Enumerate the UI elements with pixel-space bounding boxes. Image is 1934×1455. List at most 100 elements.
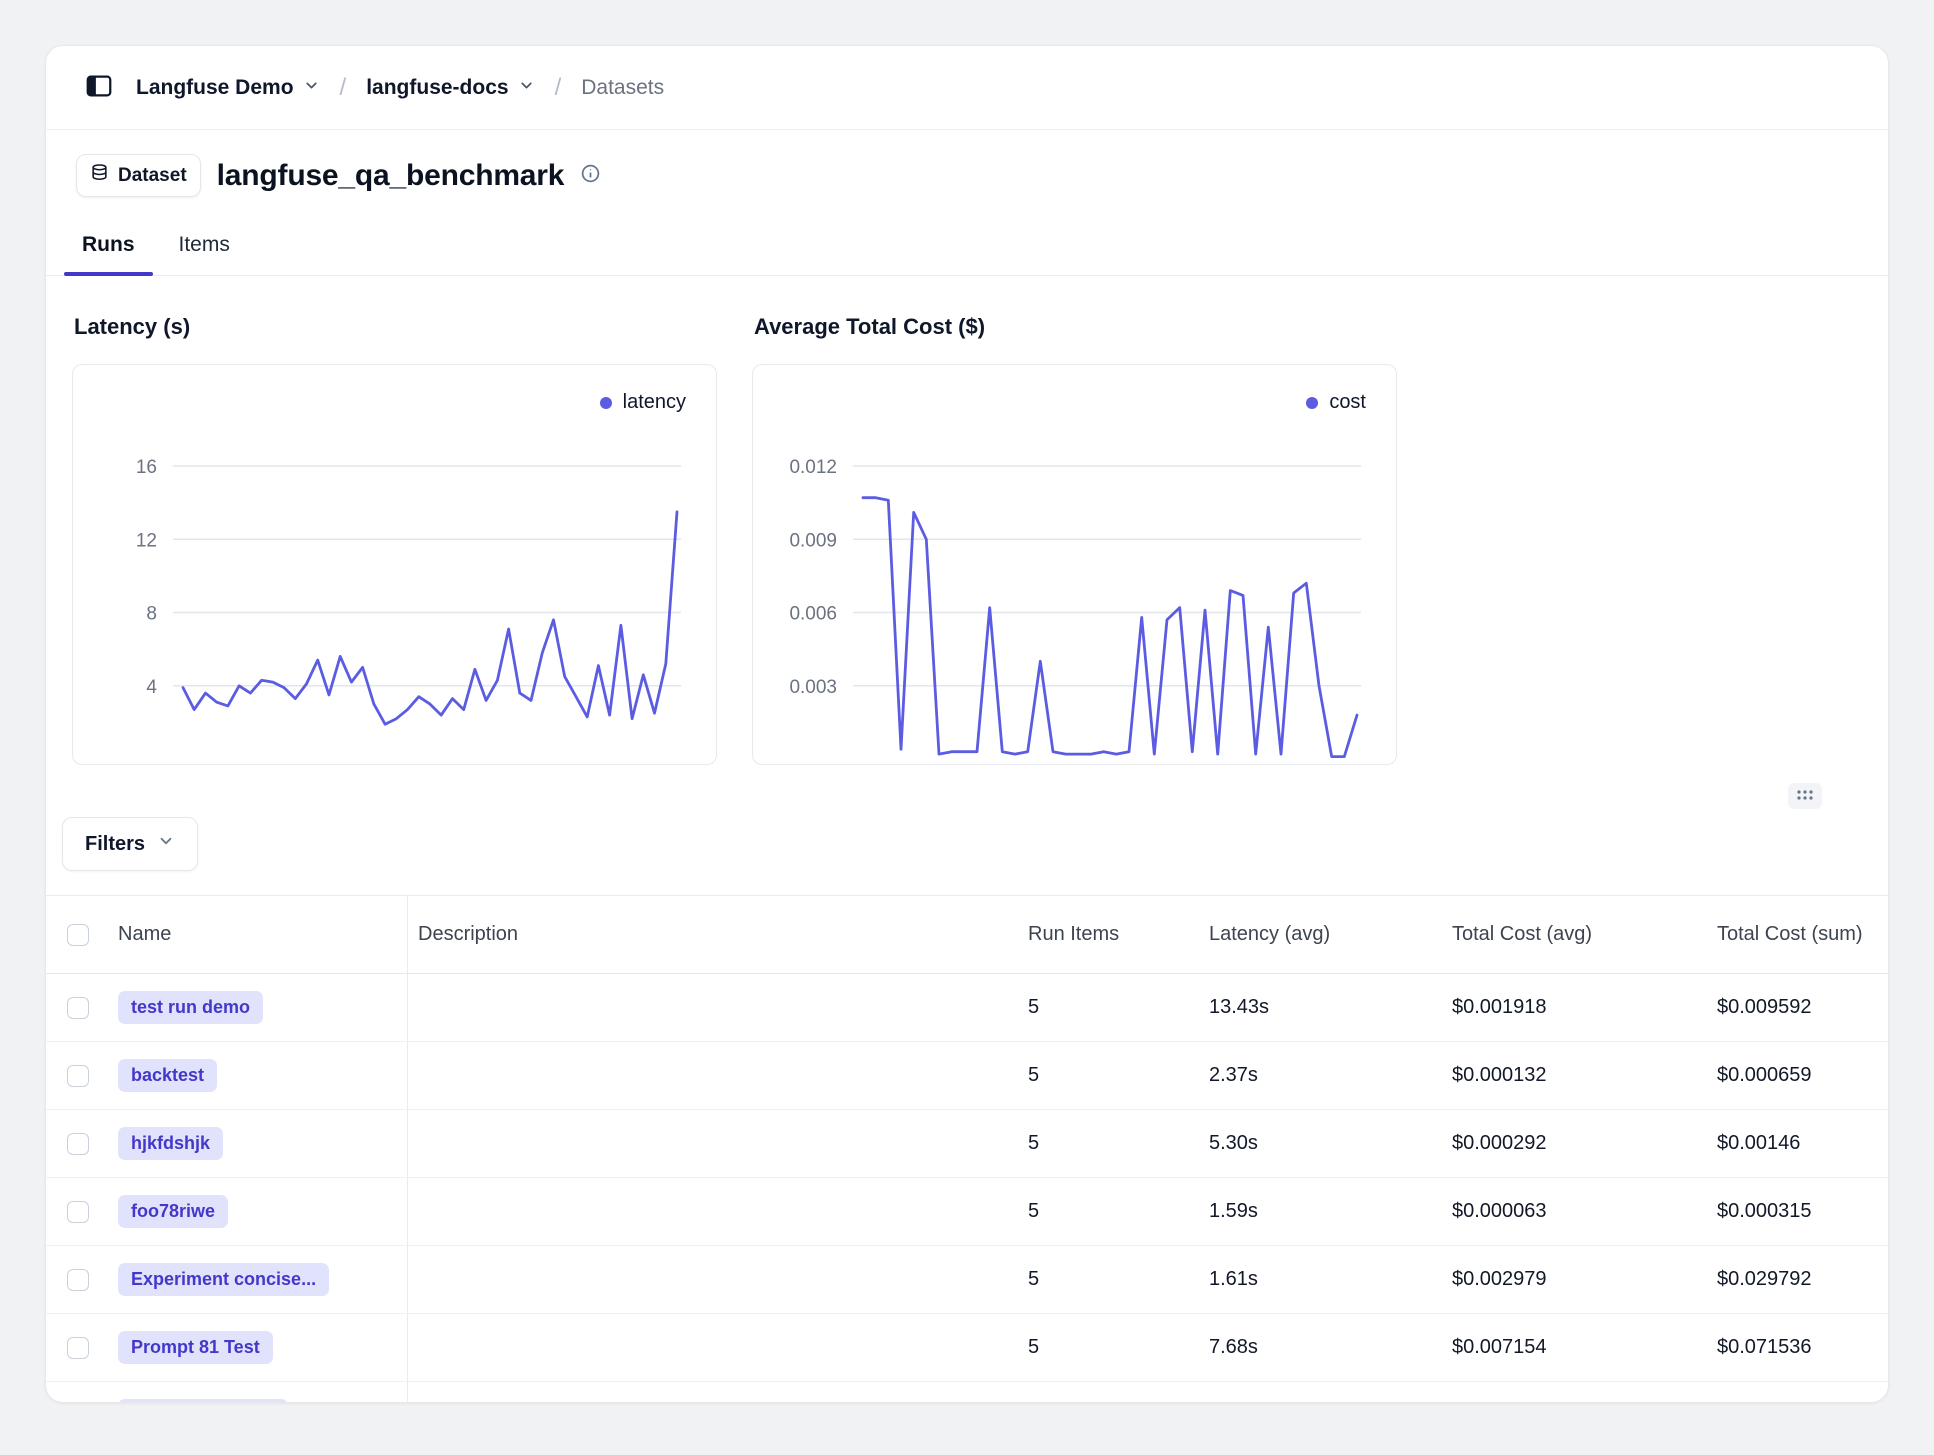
main-card: Langfuse Demo / langfuse-docs / Datasets [45,45,1889,1403]
breadcrumb-org[interactable]: Langfuse Demo [136,76,320,100]
tabs: Runs Items [46,219,1888,276]
svg-text:0.009: 0.009 [789,530,837,551]
latency-legend: latency [600,391,686,414]
table-row: backtest 5 2.37s $0.000132 $0.000659 [46,1042,1888,1110]
breadcrumb-project[interactable]: langfuse-docs [366,76,534,100]
dataset-badge-label: Dataset [118,165,187,187]
run-name-pill[interactable]: Experiment concise... [118,1263,329,1296]
table-row: Experiment concise... 5 1.61s $0.002979 … [46,1246,1888,1314]
total-cost-avg-cell: $0.002979 [1452,1246,1717,1313]
total-cost-sum-cell: $0.000659 [1717,1042,1888,1109]
total-cost-avg-cell: $0.007154 [1452,1314,1717,1381]
tab-runs[interactable]: Runs [62,219,155,275]
latency-chart: 4 8 12 16 latency [72,364,717,765]
breadcrumb-separator: / [338,74,349,102]
run-name-pill[interactable]: hjkfdshjk [118,1127,223,1160]
select-all-checkbox[interactable] [67,924,89,946]
description-cell [408,1178,1028,1245]
table-header-row: Name Description Run Items Latency (avg)… [46,896,1888,974]
row-checkbox[interactable] [67,1133,89,1155]
run-name-pill[interactable]: foo78riwe [118,1195,228,1228]
description-cell [408,1042,1028,1109]
column-header-latency-avg: Latency (avg) [1209,896,1452,973]
total-cost-avg-cell: $0.001918 [1452,974,1717,1041]
column-header-total-cost-sum: Total Cost (sum) [1717,896,1888,973]
latency-avg-cell: 7.68s [1209,1314,1452,1381]
svg-text:0.006: 0.006 [789,604,837,625]
legend-label: cost [1329,391,1366,414]
latency-avg-cell: 2.37s [1209,1042,1452,1109]
svg-text:0.012: 0.012 [789,457,837,478]
row-checkbox[interactable] [67,1337,89,1359]
row-checkbox[interactable] [67,1201,89,1223]
dataset-badge: Dataset [76,154,201,197]
column-header-name: Name [102,896,408,973]
latency-avg-cell: 5.30s [1209,1110,1452,1177]
table-row: Prompt 81 Test 5 7.68s $0.007154 $0.0715… [46,1314,1888,1382]
drag-handle-button[interactable] [1788,783,1822,809]
run-items-cell: 5 [1028,974,1209,1041]
grip-dots-icon [1796,788,1814,805]
run-items-cell: 5 [1028,1110,1209,1177]
chevron-down-icon [157,832,175,856]
table-row: test run demo 5 13.43s $0.001918 $0.0095… [46,974,1888,1042]
total-cost-sum-cell: $0.071536 [1717,1314,1888,1381]
table-row: hjkfdshjk 5 5.30s $0.000292 $0.00146 [46,1110,1888,1178]
total-cost-sum-cell: $0.009592 [1717,974,1888,1041]
svg-text:8: 8 [146,604,157,625]
run-items-cell: 5 [1028,1178,1209,1245]
filters-button[interactable]: Filters [62,817,198,871]
latency-avg-cell: 13.43s [1209,974,1452,1041]
panel-left-icon [84,71,114,104]
filters-row: Filters [46,809,1888,871]
table-row: foo78riwe 5 1.59s $0.000063 $0.000315 [46,1178,1888,1246]
run-name-pill[interactable] [118,1399,288,1404]
total-cost-avg-cell: $0.000292 [1452,1110,1717,1177]
row-checkbox[interactable] [67,1065,89,1087]
database-icon [90,163,109,188]
info-icon[interactable] [580,163,601,189]
charts-section: Latency (s) 4 8 12 16 latency Average Total… [46,276,1888,765]
run-items-cell: 5 [1028,1246,1209,1313]
cost-legend: cost [1306,391,1366,414]
cost-chart: 0.0030.0060.0090.012 cost [752,364,1397,765]
chevron-down-icon [518,76,535,100]
svg-text:16: 16 [136,457,157,478]
topbar: Langfuse Demo / langfuse-docs / Datasets [46,46,1888,130]
total-cost-sum-cell: $0.000315 [1717,1178,1888,1245]
description-cell [408,1110,1028,1177]
breadcrumb-org-label: Langfuse Demo [136,76,294,100]
legend-label: latency [623,391,686,414]
latency-chart-block: Latency (s) 4 8 12 16 latency [72,314,717,765]
run-name-pill[interactable]: test run demo [118,991,263,1024]
sidebar-toggle-button[interactable] [80,67,118,108]
description-cell [408,1246,1028,1313]
total-cost-avg-cell: $0.000132 [1452,1042,1717,1109]
total-cost-avg-cell: $0.000063 [1452,1178,1717,1245]
cost-chart-title: Average Total Cost ($) [754,314,1397,340]
description-cell [408,1314,1028,1381]
column-header-total-cost-avg: Total Cost (avg) [1452,896,1717,973]
legend-dot-icon [600,397,612,409]
breadcrumb-section: Datasets [581,76,664,100]
svg-text:4: 4 [146,677,157,698]
row-checkbox[interactable] [67,997,89,1019]
run-name-pill[interactable]: backtest [118,1059,217,1092]
run-items-cell: 5 [1028,1042,1209,1109]
svg-text:12: 12 [136,530,157,551]
description-cell [408,974,1028,1041]
handle-row [46,765,1888,809]
run-name-pill[interactable]: Prompt 81 Test [118,1331,273,1364]
total-cost-sum-cell: $0.00146 [1717,1110,1888,1177]
column-header-description: Description [408,896,1028,973]
run-items-cell: 5 [1028,1314,1209,1381]
chevron-down-icon [303,76,320,100]
cost-chart-block: Average Total Cost ($) 0.0030.0060.0090.… [752,314,1397,765]
column-header-run-items: Run Items [1028,896,1209,973]
table-row-partial [46,1382,1888,1403]
row-checkbox[interactable] [67,1269,89,1291]
page-title: langfuse_qa_benchmark [217,159,565,193]
breadcrumb-separator: / [553,74,564,102]
tab-items[interactable]: Items [159,219,250,275]
latency-chart-title: Latency (s) [74,314,717,340]
